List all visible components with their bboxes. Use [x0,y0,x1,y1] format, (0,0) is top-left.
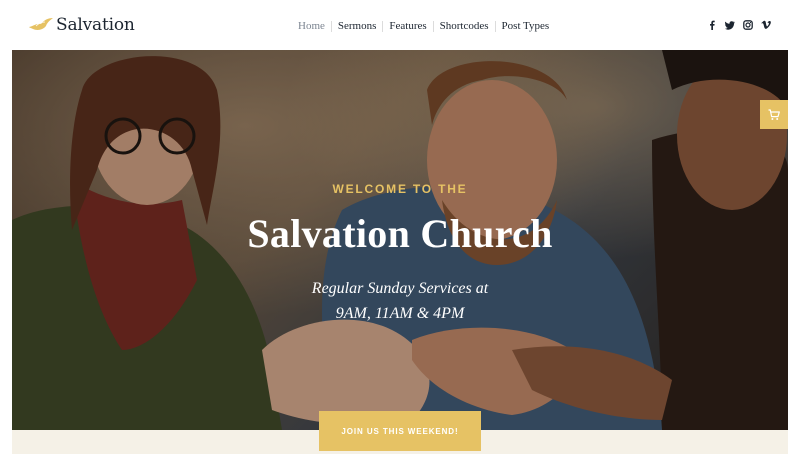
nav-item-shortcodes[interactable]: Shortcodes [434,17,495,35]
instagram-icon[interactable] [742,19,754,31]
hero-title: Salvation Church [247,211,553,256]
dove-logo-icon [29,18,53,30]
hero-subtitle: Regular Sunday Services at 9AM, 11AM & 4… [12,276,788,326]
vimeo-icon[interactable] [760,19,772,31]
twitter-icon[interactable] [724,19,736,31]
hero-kicker: WELCOME TO THE [332,182,468,196]
nav-item-features[interactable]: Features [383,17,432,35]
nav-item-post-types[interactable]: Post Types [496,17,556,35]
hero-subtitle-line-2: 9AM, 11AM & 4PM [335,305,465,322]
logo-text: Salvation [56,15,135,35]
join-us-button[interactable]: JOIN US THIS WEEKEND! [319,411,481,451]
hero-subtitle-line-1: Regular Sunday Services at [311,280,489,297]
hero-section: WELCOME TO THE Salvation Church Regular … [12,50,788,430]
facebook-icon[interactable] [706,19,718,31]
site-header: Salvation Home Sermons Features Shortcod… [0,0,800,50]
nav-item-home[interactable]: Home [292,17,331,35]
nav-item-sermons[interactable]: Sermons [332,17,383,35]
shopping-cart-icon [768,108,780,120]
cart-button[interactable] [760,100,788,129]
social-links [700,19,772,31]
site-logo[interactable]: Salvation [28,14,135,36]
main-nav: Home Sermons Features Shortcodes Post Ty… [292,17,555,35]
